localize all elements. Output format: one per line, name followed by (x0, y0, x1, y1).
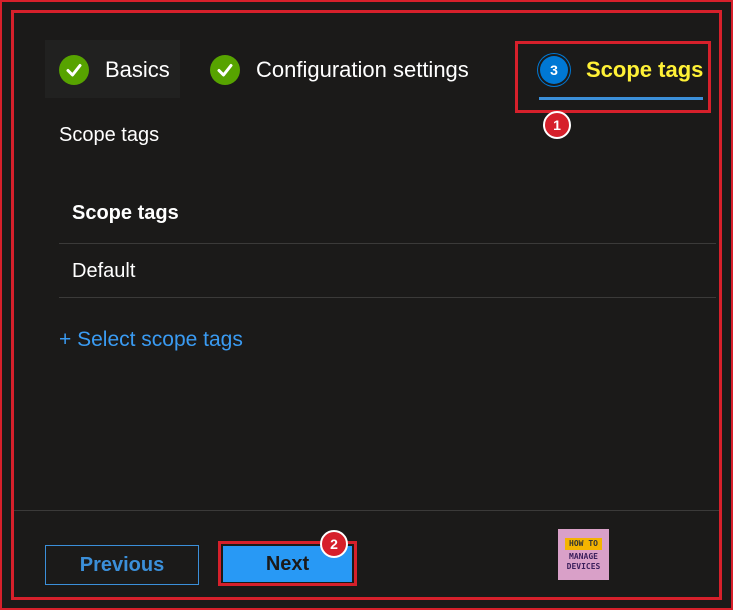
howto-manage-devices-logo: HOW TO MANAGE DEVICES (558, 529, 609, 580)
select-scope-tags-link[interactable]: + Select scope tags (59, 328, 243, 352)
table-column-header: Scope tags (72, 202, 179, 224)
check-icon (59, 55, 89, 85)
tab-label: Configuration settings (256, 57, 469, 82)
tab-basics[interactable]: Basics (59, 55, 170, 85)
section-title: Scope tags (59, 124, 160, 146)
table-divider (59, 297, 716, 298)
tab-label: Basics (105, 57, 170, 82)
previous-button[interactable]: Previous (45, 545, 199, 585)
tab-configuration-settings[interactable]: Configuration settings (210, 55, 469, 85)
table-divider (59, 243, 716, 244)
table-row: Default (72, 260, 136, 282)
annotation-badge: 1 (543, 111, 571, 139)
footer-divider (14, 510, 719, 511)
annotation-badge: 2 (320, 530, 348, 558)
annotation-highlight-box (515, 41, 711, 113)
check-icon (210, 55, 240, 85)
